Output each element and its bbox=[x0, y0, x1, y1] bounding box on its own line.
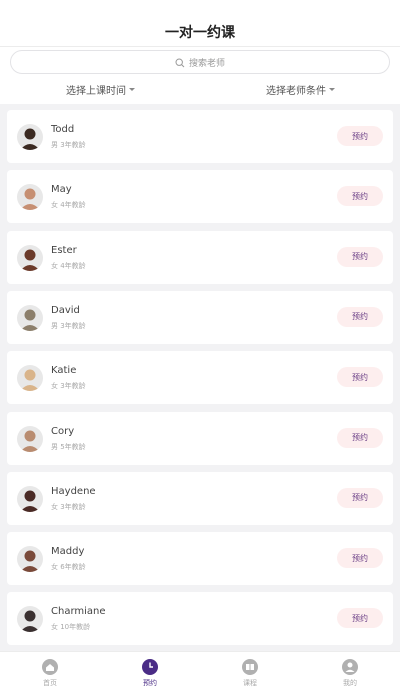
tab-bar: 首页 预约 课程 我的 bbox=[0, 651, 400, 690]
user-icon bbox=[341, 658, 359, 676]
teacher-name: Ester bbox=[51, 244, 77, 256]
page-title: 一对一约课 bbox=[165, 25, 235, 41]
caret-down-icon bbox=[329, 88, 335, 91]
caret-down-icon bbox=[129, 88, 135, 91]
teacher-name: Haydene bbox=[51, 485, 96, 497]
search-input[interactable]: 搜索老师 bbox=[10, 50, 390, 74]
filter-teacher[interactable]: 选择老师条件 bbox=[266, 82, 335, 97]
tab-label: 首页 bbox=[43, 679, 57, 687]
book-button[interactable]: 预约 bbox=[337, 548, 383, 569]
teacher-avatar bbox=[17, 244, 43, 271]
teacher-avatar bbox=[17, 184, 43, 211]
tab-home[interactable]: 首页 bbox=[0, 652, 100, 690]
book-icon bbox=[241, 658, 259, 676]
teacher-avatar bbox=[17, 425, 43, 452]
teacher-meta: 女 3年教龄 bbox=[51, 382, 86, 391]
book-button[interactable]: 预约 bbox=[337, 367, 383, 388]
header-divider bbox=[0, 46, 400, 47]
teacher-card[interactable]: Cory 男 5年教龄 预约 bbox=[7, 411, 393, 465]
teacher-avatar bbox=[17, 485, 43, 512]
tab-book[interactable]: 课程 bbox=[200, 652, 300, 690]
teacher-meta: 女 10年教龄 bbox=[51, 623, 91, 632]
filter-bar: 选择上课时间 选择老师条件 bbox=[0, 82, 400, 97]
teacher-avatar bbox=[17, 365, 43, 392]
filter-time[interactable]: 选择上课时间 bbox=[66, 82, 135, 97]
teacher-card[interactable]: May 女 4年教龄 预约 bbox=[7, 170, 393, 224]
teacher-card[interactable]: Ester 女 4年教龄 预约 bbox=[7, 230, 393, 284]
teacher-meta: 女 3年教龄 bbox=[51, 502, 86, 511]
book-button[interactable]: 预约 bbox=[337, 487, 383, 508]
teacher-name: Cory bbox=[51, 425, 75, 437]
tab-clock[interactable]: 预约 bbox=[100, 652, 200, 690]
book-button[interactable]: 预约 bbox=[337, 246, 383, 267]
teacher-card[interactable]: Katie 女 3年教龄 预约 bbox=[7, 351, 393, 405]
teacher-name: May bbox=[51, 184, 72, 196]
book-button[interactable]: 预约 bbox=[337, 427, 383, 448]
filter-teacher-label: 选择老师条件 bbox=[266, 86, 326, 97]
teacher-meta: 男 3年教龄 bbox=[51, 141, 86, 149]
teacher-card[interactable]: Maddy 女 6年教龄 预约 bbox=[7, 532, 393, 586]
teacher-card[interactable]: Charmiane 女 10年教龄 预约 bbox=[7, 592, 393, 646]
tab-label: 预约 bbox=[143, 679, 157, 687]
search-icon bbox=[175, 53, 185, 72]
teacher-meta: 女 6年教龄 bbox=[51, 563, 86, 572]
teacher-name: Charmiane bbox=[51, 606, 106, 618]
filter-time-label: 选择上课时间 bbox=[66, 86, 126, 97]
teacher-meta: 男 5年教龄 bbox=[51, 442, 86, 451]
tab-user[interactable]: 我的 bbox=[300, 652, 400, 690]
tab-label: 我的 bbox=[343, 679, 357, 687]
teacher-card[interactable]: David 男 3年教龄 预约 bbox=[7, 290, 393, 344]
teacher-avatar bbox=[17, 124, 43, 150]
teacher-name: Todd bbox=[51, 124, 75, 135]
teacher-avatar bbox=[17, 606, 43, 633]
clock-icon bbox=[141, 658, 159, 676]
teacher-card[interactable]: Todd 男 3年教龄 预约 bbox=[7, 110, 393, 163]
header: 一对一约课 搜索老师 选择上课时间 选择老师条件 bbox=[0, 0, 400, 104]
book-button[interactable]: 预约 bbox=[337, 186, 383, 207]
home-icon bbox=[41, 658, 59, 676]
teacher-meta: 女 4年教龄 bbox=[51, 201, 86, 210]
book-button[interactable]: 预约 bbox=[337, 608, 383, 629]
teacher-avatar bbox=[17, 546, 43, 573]
teacher-meta: 女 4年教龄 bbox=[51, 261, 86, 270]
book-button[interactable]: 预约 bbox=[337, 126, 383, 146]
teacher-meta: 男 3年教龄 bbox=[51, 321, 86, 330]
search-placeholder: 搜索老师 bbox=[188, 58, 225, 69]
teacher-avatar bbox=[17, 304, 43, 331]
teacher-card[interactable]: Haydene 女 3年教龄 预约 bbox=[7, 471, 393, 525]
teacher-name: Maddy bbox=[51, 546, 85, 558]
tab-label: 课程 bbox=[243, 679, 257, 687]
teacher-name: David bbox=[51, 304, 80, 316]
teacher-name: Katie bbox=[51, 365, 77, 377]
book-button[interactable]: 预约 bbox=[337, 306, 383, 327]
